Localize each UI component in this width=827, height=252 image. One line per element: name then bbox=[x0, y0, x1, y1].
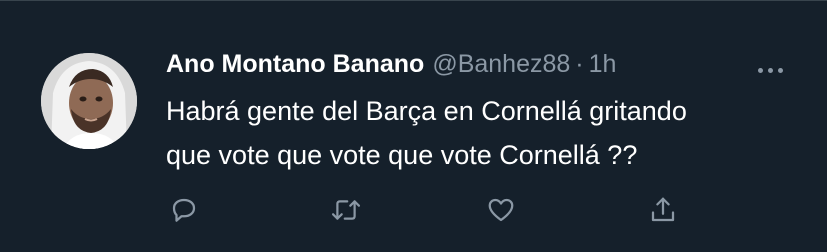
heart-icon bbox=[488, 198, 514, 222]
retweet-button[interactable] bbox=[326, 190, 366, 230]
retweet-icon bbox=[331, 200, 361, 220]
tweet-text-line: que vote que vote que vote Cornellá ?? bbox=[166, 140, 638, 170]
share-button[interactable] bbox=[643, 190, 683, 230]
more-dot bbox=[767, 67, 773, 73]
tweet-content: Ano Montano Banano @Banhez88 · 1h Habrá … bbox=[166, 50, 806, 177]
more-dot bbox=[757, 67, 763, 73]
action-bar bbox=[0, 190, 827, 230]
reply-button[interactable] bbox=[164, 190, 204, 230]
user-handle[interactable]: @Banhez88 bbox=[432, 50, 570, 79]
avatar[interactable] bbox=[41, 53, 137, 149]
tweet-text: Habrá gente del Barça en Cornellá gritan… bbox=[166, 89, 806, 177]
tweet-text-line: Habrá gente del Barça en Cornellá gritan… bbox=[166, 96, 687, 126]
display-name[interactable]: Ano Montano Banano bbox=[166, 50, 424, 79]
more-icon[interactable] bbox=[752, 58, 788, 82]
more-dot bbox=[777, 67, 783, 73]
tweet-header: Ano Montano Banano @Banhez88 · 1h bbox=[166, 50, 806, 84]
timestamp[interactable]: 1h bbox=[589, 50, 617, 79]
separator-dot: · bbox=[575, 50, 584, 78]
like-button[interactable] bbox=[481, 190, 521, 230]
share-icon bbox=[651, 197, 675, 222]
tweet[interactable]: Ano Montano Banano @Banhez88 · 1h Habrá … bbox=[0, 0, 827, 252]
reply-icon bbox=[172, 198, 196, 222]
